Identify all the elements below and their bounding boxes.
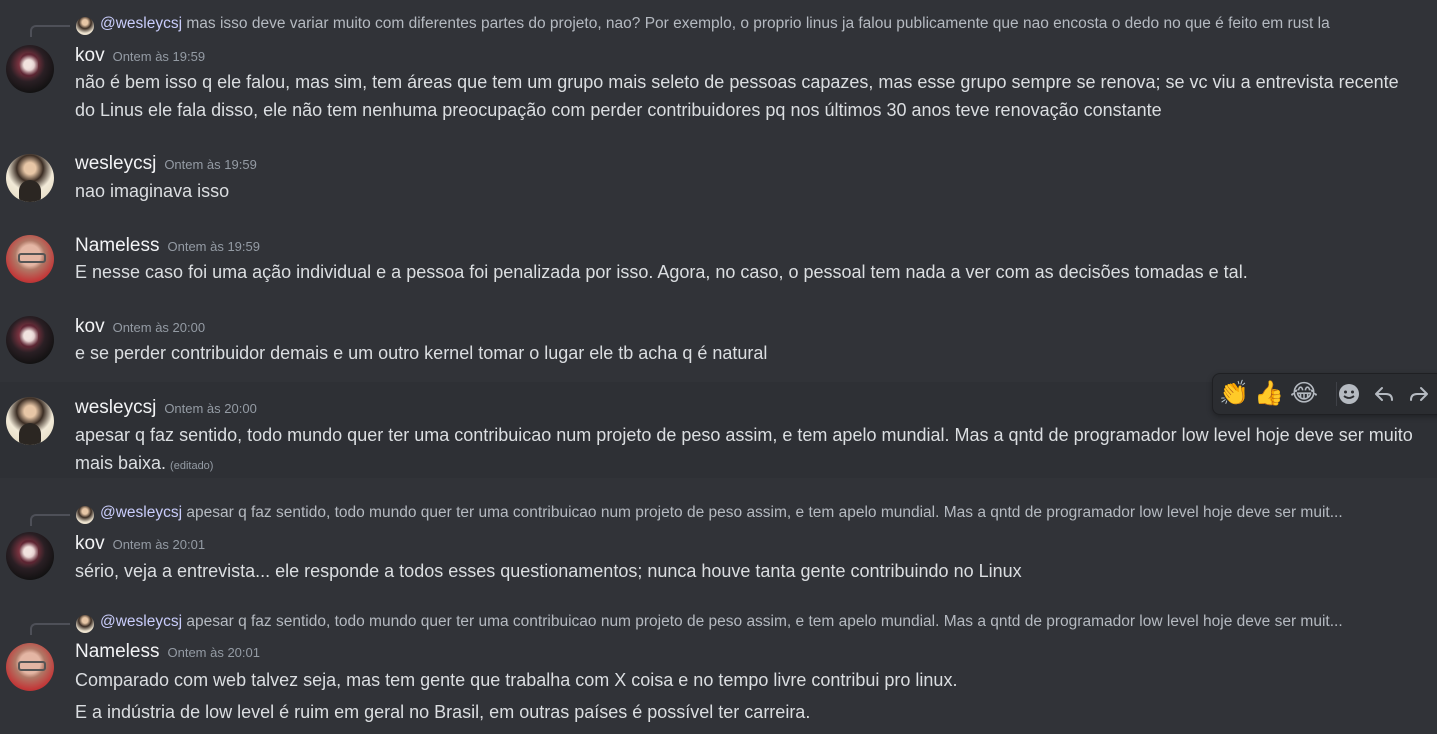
forward-icon[interactable] [1403, 378, 1435, 410]
timestamp: Ontem às 20:00 [164, 401, 257, 416]
reply-mention[interactable]: @wesleycsj [100, 15, 182, 32]
message-content: Comparado com web talvez seja, mas tem g… [75, 670, 958, 690]
reply-preview[interactable]: @wesleycsj mas isso deve variar muito co… [30, 15, 1435, 37]
reaction-clap-button[interactable]: 👏 [1218, 378, 1250, 410]
message[interactable]: wesleycsj Ontem às 19:59 nao imaginava is… [0, 146, 1437, 216]
timestamp: Ontem às 19:59 [164, 157, 257, 172]
message[interactable]: @wesleycsj apesar q faz sentido, todo mu… [0, 610, 1437, 734]
message-content: nao imaginava isso [75, 181, 230, 201]
message[interactable]: @wesleycsj apesar q faz sentido, todo mu… [0, 500, 1437, 595]
reply-spine [30, 25, 70, 37]
reply-text: apesar q faz sentido, todo mundo quer te… [186, 613, 1343, 630]
edited-label: (editado) [170, 460, 214, 472]
avatar[interactable] [6, 316, 54, 364]
avatar[interactable] [6, 45, 54, 93]
author-name[interactable]: Nameless [75, 641, 159, 662]
author-name[interactable]: kov [75, 533, 105, 554]
timestamp: Ontem às 20:01 [112, 537, 206, 552]
timestamp: Ontem às 20:00 [112, 320, 206, 335]
reply-avatar [76, 506, 94, 524]
reply-avatar [76, 17, 94, 35]
message-actions-toolbar: 👏 👍 😂 [1212, 373, 1437, 415]
reply-spine [30, 623, 70, 635]
message[interactable]: Nameless Ontem às 19:59 E nesse caso foi … [0, 228, 1437, 298]
message-content: E nesse caso foi uma ação individual e a… [75, 262, 1248, 282]
reply-icon[interactable] [1368, 378, 1400, 410]
avatar[interactable] [6, 643, 54, 691]
message-content: e se perder contribuidor demais e um out… [75, 343, 768, 363]
reply-preview[interactable]: @wesleycsj apesar q faz sentido, todo mu… [30, 504, 1435, 526]
reply-text: apesar q faz sentido, todo mundo quer te… [186, 504, 1343, 521]
timestamp: Ontem às 19:59 [112, 49, 206, 64]
message[interactable]: @wesleycsj mas isso deve variar muito co… [0, 0, 1437, 130]
reaction-thumbsup-button[interactable]: 👍 [1253, 378, 1285, 410]
reply-avatar [76, 615, 94, 633]
reply-mention[interactable]: @wesleycsj [100, 613, 182, 630]
avatar[interactable] [6, 235, 54, 283]
author-name[interactable]: kov [75, 45, 105, 66]
author-name[interactable]: wesleycsj [75, 153, 156, 174]
reaction-joy-button[interactable]: 😂 [1288, 378, 1320, 410]
avatar[interactable] [6, 532, 54, 580]
timestamp: Ontem às 20:01 [167, 645, 260, 660]
author-name[interactable]: kov [75, 316, 105, 337]
reply-text: mas isso deve variar muito com diferente… [186, 15, 1330, 32]
add-reaction-icon[interactable] [1333, 378, 1365, 410]
reply-mention[interactable]: @wesleycsj [100, 504, 182, 521]
avatar[interactable] [6, 154, 54, 202]
message-content: apesar q faz sentido, todo mundo quer te… [75, 425, 1413, 473]
message-content: E a indústria de low level é ruim em ger… [75, 702, 811, 722]
avatar[interactable] [6, 397, 54, 445]
author-name[interactable]: wesleycsj [75, 397, 156, 418]
timestamp: Ontem às 19:59 [167, 239, 260, 254]
message[interactable]: kov Ontem às 20:00 e se perder contribuid… [0, 309, 1437, 379]
reply-preview[interactable]: @wesleycsj apesar q faz sentido, todo mu… [30, 613, 1435, 635]
author-name[interactable]: Nameless [75, 235, 159, 256]
message-content: não é bem isso q ele falou, mas sim, tem… [75, 72, 1399, 120]
reply-spine [30, 514, 70, 526]
message-content: sério, veja a entrevista... ele responde… [75, 561, 1022, 581]
